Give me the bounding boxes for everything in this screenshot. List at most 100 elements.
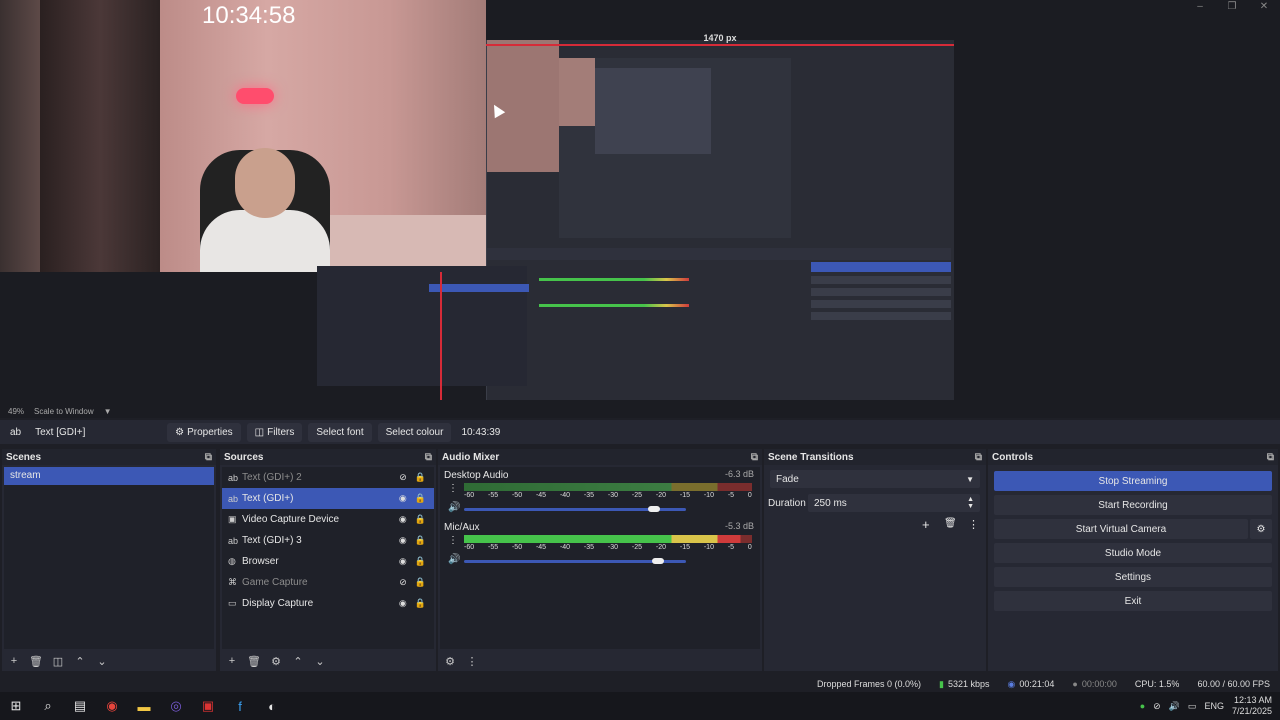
speaker-icon[interactable]: 🔊 xyxy=(448,502,460,513)
add-icon[interactable]: + xyxy=(224,653,240,669)
source-item[interactable]: ▣ Video Capture Device ◉ 🔒 xyxy=(222,509,434,530)
settings-button[interactable]: Settings xyxy=(994,567,1272,587)
rec-time-value: 00:00:00 xyxy=(1081,679,1117,689)
mixer-header: Audio Mixer ⧉ xyxy=(438,449,762,465)
undock-icon[interactable]: ⧉ xyxy=(425,452,432,463)
kebab-menu-icon[interactable]: ⋮ xyxy=(464,653,480,669)
select-colour-button[interactable]: Select colour xyxy=(377,422,452,442)
virtual-camera-settings-gear-icon[interactable]: ⚙ xyxy=(1250,519,1272,539)
spinner-icon[interactable]: ▲ ▼ xyxy=(967,496,974,510)
eye-hidden-icon[interactable]: ⊘ xyxy=(399,472,407,483)
exit-button[interactable]: Exit xyxy=(994,591,1272,611)
filter-icon[interactable]: ◫ xyxy=(50,653,66,669)
windows-start-icon[interactable]: ⊞ xyxy=(0,692,32,720)
search-icon[interactable]: ⌕ xyxy=(32,692,64,720)
undock-icon[interactable]: ⧉ xyxy=(1267,452,1274,463)
chevron-down-icon[interactable]: ▼ xyxy=(104,407,112,416)
arrow-up-icon[interactable]: ⌃ xyxy=(290,653,306,669)
studio-mode-button[interactable]: Studio Mode xyxy=(994,543,1272,563)
select-font-button[interactable]: Select font xyxy=(308,422,372,442)
status-dot-icon: ● xyxy=(1139,701,1146,711)
source-item[interactable]: ab Text (GDI+) 2 ⊘ 🔒 xyxy=(222,467,434,488)
stream-time-value: 00:21:04 xyxy=(1019,679,1055,689)
lock-icon[interactable]: 🔒 xyxy=(415,493,426,504)
close-icon[interactable]: ✕ xyxy=(1248,0,1280,14)
undock-icon[interactable]: ⧉ xyxy=(975,452,982,463)
battery-icon[interactable]: ▭ xyxy=(1188,701,1197,712)
meter-tick-label: -10 xyxy=(703,492,714,499)
lock-icon[interactable]: 🔒 xyxy=(415,577,426,588)
task-view-icon[interactable]: ▤ xyxy=(64,692,96,720)
trash-icon[interactable]: 🗑 xyxy=(944,518,957,529)
bed xyxy=(330,215,486,272)
lock-icon[interactable]: 🔒 xyxy=(415,472,426,483)
kebab-menu-icon[interactable]: ⋮ xyxy=(968,518,979,531)
source-item[interactable]: ab Text (GDI+) 3 ◉ 🔒 xyxy=(222,530,434,551)
app-icon[interactable]: ◎ xyxy=(160,692,192,720)
filters-button[interactable]: ◫ Filters xyxy=(246,422,303,442)
facebook-icon[interactable]: f xyxy=(224,692,256,720)
undock-icon[interactable]: ⧉ xyxy=(205,452,212,463)
taskbar-clock[interactable]: 12:13 AM 7/21/2025 xyxy=(1232,695,1272,717)
arrow-down-icon[interactable]: ⌄ xyxy=(312,653,328,669)
eye-icon[interactable]: ◉ xyxy=(399,493,407,504)
properties-button[interactable]: ⚙ Properties xyxy=(167,422,241,442)
start-virtual-camera-button[interactable]: Start Virtual Camera xyxy=(994,519,1248,539)
volume-icon[interactable]: 🔊 xyxy=(1169,701,1180,712)
source-item[interactable]: ab Text (GDI+) ◉ 🔒 xyxy=(222,488,434,509)
maximize-icon[interactable]: ❐ xyxy=(1216,0,1248,14)
stop-streaming-button[interactable]: Stop Streaming xyxy=(994,471,1272,491)
stream-time: ◉ 00:21:04 xyxy=(1008,679,1055,690)
scenes-header: Scenes ⧉ xyxy=(2,449,216,465)
lock-icon[interactable]: 🔒 xyxy=(415,556,426,567)
gear-icon[interactable]: ⚙ xyxy=(268,653,284,669)
program-preview[interactable]: 10:34:58 1470 px – ❐ ✕ xyxy=(0,0,1280,404)
arrow-down-icon[interactable]: ⌄ xyxy=(94,653,110,669)
duration-input[interactable]: 250 ms ▲ ▼ xyxy=(808,494,980,512)
transitions-header: Scene Transitions ⧉ xyxy=(764,449,986,465)
volume-slider-handle[interactable] xyxy=(647,506,660,512)
scene-item[interactable]: stream xyxy=(4,467,214,485)
voicemeeter-icon[interactable]: ▣ xyxy=(192,692,224,720)
eye-icon[interactable]: ◉ xyxy=(399,598,407,609)
text-content-field[interactable]: 10:43:39 xyxy=(457,423,504,442)
source-item[interactable]: ⌘ Game Capture ⊘ 🔒 xyxy=(222,572,434,593)
undock-icon[interactable]: ⧉ xyxy=(751,452,758,463)
gear-icon[interactable]: ⚙ xyxy=(442,653,458,669)
eye-icon[interactable]: ◉ xyxy=(399,535,407,546)
file-explorer-icon[interactable]: ▬ xyxy=(128,692,160,720)
minimize-icon[interactable]: – xyxy=(1184,0,1216,14)
chrome-icon[interactable]: ◉ xyxy=(96,692,128,720)
start-recording-button[interactable]: Start Recording xyxy=(994,495,1272,515)
signal-icon: ▮ xyxy=(939,678,944,689)
eye-icon[interactable]: ◉ xyxy=(399,514,407,525)
language-indicator[interactable]: ENG xyxy=(1204,701,1224,711)
add-icon[interactable]: + xyxy=(6,653,22,669)
eye-hidden-icon[interactable]: ⊘ xyxy=(399,577,407,588)
network-icon[interactable]: ⊘ xyxy=(1153,701,1161,712)
person-shirt xyxy=(200,210,330,272)
transition-select[interactable]: Fade ▼ xyxy=(770,470,980,488)
mixer-channel-mic: Mic/Aux -5.3 dB ⋮ -60 -55 -50 -45 -40 -35 -30-… xyxy=(444,521,756,569)
lock-icon[interactable]: 🔒 xyxy=(415,598,426,609)
speaker-icon[interactable]: 🔊 xyxy=(448,554,460,565)
nested-stop-button xyxy=(811,262,951,272)
source-item[interactable]: ▭ Display Capture ◉ 🔒 xyxy=(222,593,434,614)
kebab-menu-icon[interactable]: ⋮ xyxy=(448,535,458,546)
add-icon[interactable]: + xyxy=(922,517,930,532)
meter-tick-label: -10 xyxy=(703,544,714,551)
arrow-up-icon[interactable]: ⌃ xyxy=(72,653,88,669)
lock-icon[interactable]: 🔒 xyxy=(415,514,426,525)
trash-icon[interactable]: 🗑 xyxy=(28,653,44,669)
bitrate-value: 5321 kbps xyxy=(947,679,990,689)
status-bar: Dropped Frames 0 (0.0%) ▮ 5321 kbps ◉ 00:2… xyxy=(0,676,1280,692)
eye-icon[interactable]: ◉ xyxy=(399,556,407,567)
volume-slider-handle[interactable] xyxy=(652,558,665,564)
trash-icon[interactable]: 🗑 xyxy=(246,653,262,669)
source-item[interactable]: ◍ Browser ◉ 🔒 xyxy=(222,551,434,572)
meter-tick-label: -20 xyxy=(655,492,666,499)
kebab-menu-icon[interactable]: ⋮ xyxy=(448,483,458,494)
obs-icon[interactable]: ◐ xyxy=(256,692,288,720)
zoom-mode[interactable]: Scale to Window xyxy=(34,407,94,416)
lock-icon[interactable]: 🔒 xyxy=(415,535,426,546)
